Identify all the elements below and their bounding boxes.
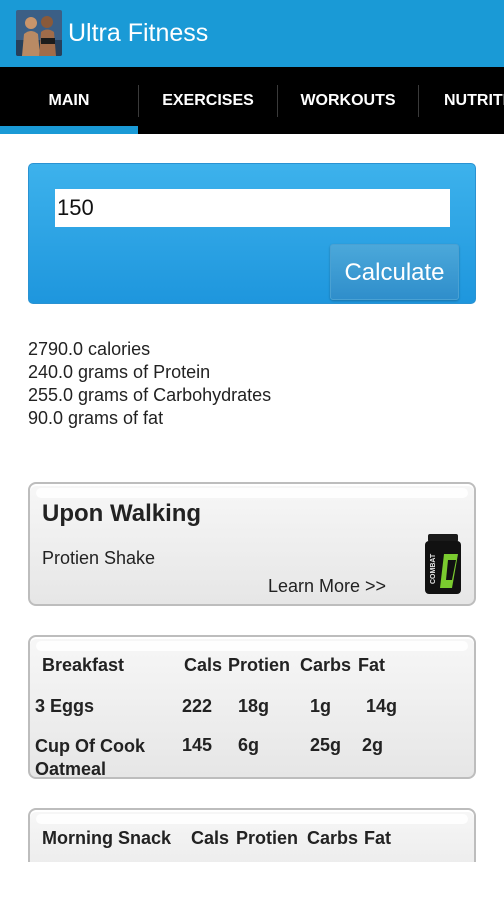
tab-bar: MAIN EXERCISES WORKOUTS NUTRITION [0,67,504,134]
product-label: COMBAT [430,553,437,584]
food-protein: 18g [238,696,270,716]
result-protein: 240.0 grams of Protein [28,362,211,382]
card-highlight [36,488,468,498]
food-name: Cup Of Cook Oatmeal [35,736,145,779]
tab-nutrition[interactable]: NUTRITION [444,67,504,134]
meal-card-breakfast: Breakfast Cals Protien Carbs Fat 3 Eggs … [28,635,476,779]
action-bar: Ultra Fitness [0,0,504,67]
food-carbs: 25g [310,735,342,755]
fat-header: Fat [358,655,385,675]
result-calories: 2790.0 calories [28,339,151,359]
food-fat: 2g [362,735,384,755]
nutrition-results: 2790.0 calories 240.0 grams of Protein 2… [28,338,271,430]
promo-item: Protien Shake [42,548,156,568]
weight-input[interactable] [55,189,450,227]
learn-more-link[interactable]: Learn More >> [268,576,386,597]
protein-header: Protien [228,655,291,675]
food-cals: 222 [182,696,213,716]
selected-tab-indicator [0,126,138,134]
food-protein: 6g [238,735,260,755]
card-highlight [36,814,468,824]
food-fat: 14g [366,696,398,716]
result-carbs: 255.0 grams of Carbohydrates [28,385,272,405]
tab-exercises[interactable]: EXERCISES [139,67,277,134]
promo-title: Upon Walking [42,500,202,527]
tab-divider [418,85,419,117]
calculate-button[interactable]: Calculate [330,244,459,300]
food-cals: 145 [182,735,213,755]
cals-header: Cals [191,828,230,848]
result-fat: 90.0 grams of fat [28,408,164,428]
carbs-header: Carbs [307,828,359,848]
carbs-header: Carbs [300,655,352,675]
app-title: Ultra Fitness [68,19,209,47]
calculator-panel: Calculate [28,163,476,304]
app-logo-icon[interactable] [16,10,62,56]
cals-header: Cals [184,655,223,675]
fat-header: Fat [364,828,391,848]
protein-header: Protien [236,828,299,848]
promo-card[interactable]: Upon Walking Protien Shake Learn More >>… [28,482,476,606]
meal-name-header: Breakfast [42,655,125,675]
meal-name-header: Morning Snack [42,828,172,848]
protein-tub-icon[interactable]: COMBAT [422,532,464,596]
food-carbs: 1g [310,696,332,716]
tab-workouts[interactable]: WORKOUTS [278,67,418,134]
scroll-clip [0,862,504,900]
food-name: 3 Eggs [35,696,95,716]
card-highlight [36,641,468,651]
tab-main[interactable]: MAIN [0,67,138,134]
